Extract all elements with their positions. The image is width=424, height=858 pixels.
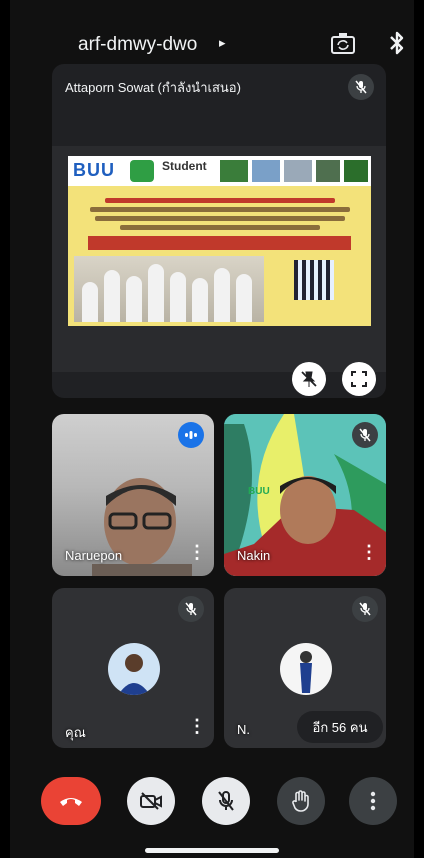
participant-name: N. bbox=[237, 722, 250, 737]
mic-off-icon bbox=[352, 596, 378, 622]
photo-person bbox=[126, 276, 142, 322]
raise-hand-button[interactable] bbox=[277, 777, 325, 825]
participant-menu-icon[interactable]: ⋮ bbox=[188, 542, 206, 563]
speaking-indicator-icon bbox=[178, 422, 204, 448]
slide-text-lines bbox=[78, 194, 361, 234]
avatar bbox=[280, 643, 332, 695]
unpin-button[interactable] bbox=[292, 362, 326, 396]
slide-thumbnail bbox=[284, 160, 312, 182]
mic-off-icon bbox=[352, 422, 378, 448]
participant-name: Naruepon bbox=[65, 548, 123, 563]
mic-off-icon bbox=[218, 791, 234, 811]
photo-person bbox=[236, 274, 252, 322]
avatar bbox=[108, 643, 160, 695]
photo-person bbox=[214, 268, 230, 322]
slide-thumbnail bbox=[316, 160, 340, 182]
phone-hangup-icon bbox=[60, 798, 82, 806]
camera-switch-icon[interactable] bbox=[331, 32, 355, 54]
more-participants-button[interactable]: อีก 56 คน bbox=[297, 711, 383, 743]
slide-thumbnail bbox=[252, 160, 280, 182]
bluetooth-icon[interactable] bbox=[387, 30, 407, 56]
photo-person bbox=[192, 278, 208, 322]
screen-edge-right bbox=[414, 0, 424, 858]
screen-edge-left bbox=[0, 0, 10, 858]
participant-name: คุณ bbox=[65, 725, 86, 740]
photo-person bbox=[170, 272, 186, 322]
photo-person bbox=[82, 282, 98, 322]
slide-thumbnail bbox=[344, 160, 368, 182]
fullscreen-button[interactable] bbox=[342, 362, 376, 396]
slide-header-strip: BUU Student bbox=[68, 156, 371, 186]
mic-off-icon bbox=[178, 596, 204, 622]
end-call-button[interactable] bbox=[41, 777, 101, 825]
mic-off-icon bbox=[348, 74, 374, 100]
photo-person bbox=[148, 264, 164, 322]
unpin-icon bbox=[301, 371, 317, 387]
participant-menu-icon[interactable]: ⋮ bbox=[188, 716, 206, 737]
student-logo: Student bbox=[162, 159, 207, 173]
hand-icon bbox=[292, 790, 309, 812]
participant-menu-icon[interactable]: ⋮ bbox=[360, 542, 378, 563]
participant-name: Nakin bbox=[237, 548, 271, 563]
participant-tile[interactable]: N. อีก 56 คน bbox=[224, 588, 386, 748]
presenter-tile[interactable]: Attaporn Sowat (กำลังนำเสนอ) BUU Student bbox=[52, 64, 386, 398]
camera-off-icon bbox=[140, 792, 162, 810]
shared-screen-slide: BUU Student bbox=[68, 156, 371, 326]
presenter-name: Attaporn Sowat (กำลังนำเสนอ) bbox=[65, 80, 241, 95]
call-header: arf-dmwy-dwo ▸ bbox=[0, 20, 424, 66]
meeting-info-chevron-icon[interactable]: ▸ bbox=[219, 35, 226, 51]
buu-logo: BUU bbox=[73, 160, 115, 180]
qr-code bbox=[294, 260, 334, 300]
photo-person bbox=[104, 270, 120, 322]
fullscreen-icon bbox=[351, 371, 367, 387]
slide-group-photo bbox=[74, 256, 264, 322]
more-options-button[interactable] bbox=[349, 777, 397, 825]
home-indicator[interactable] bbox=[145, 848, 279, 853]
more-vert-icon bbox=[370, 791, 376, 811]
participant-tile[interactable]: BUU Nakin ⋮ bbox=[224, 414, 386, 576]
participant-tile[interactable]: Naruepon ⋮ bbox=[52, 414, 214, 576]
slide-emblem bbox=[130, 160, 154, 182]
participant-tile[interactable]: คุณ ⋮ bbox=[52, 588, 214, 748]
slide-thumbnail bbox=[220, 160, 248, 182]
meeting-code[interactable]: arf-dmwy-dwo bbox=[78, 34, 197, 56]
slide-date-banner bbox=[88, 236, 351, 250]
camera-toggle-button[interactable] bbox=[127, 777, 175, 825]
microphone-toggle-button[interactable] bbox=[202, 777, 250, 825]
svg-text:BUU: BUU bbox=[248, 486, 270, 497]
